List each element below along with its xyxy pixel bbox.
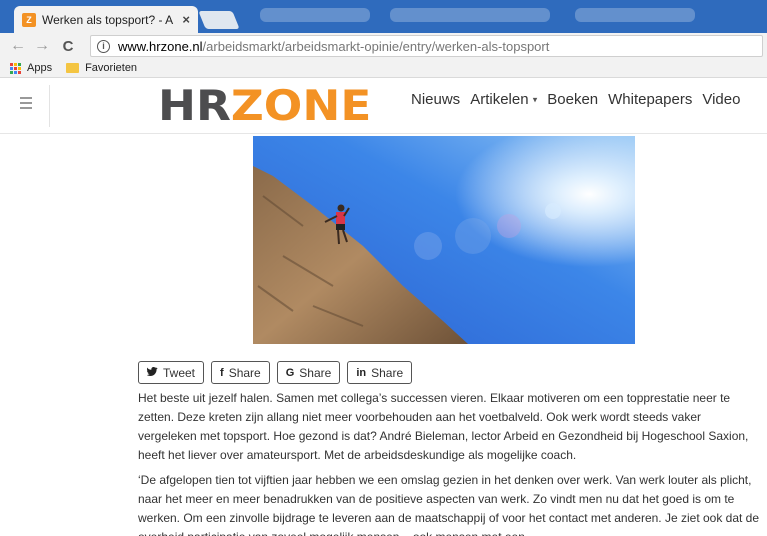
nav-item-boeken[interactable]: Boeken (547, 91, 598, 108)
nav-item-artikelen[interactable]: Artikelen ▾ (470, 91, 537, 108)
back-arrow-icon[interactable]: ← (8, 37, 28, 55)
nav-item-nieuws[interactable]: Nieuws (411, 91, 460, 108)
twitter-icon (146, 366, 158, 379)
browser-tab-strip: Z Werken als topsport? - A × (0, 0, 767, 33)
linkedin-share-button[interactable]: in Share (347, 361, 413, 384)
new-tab-button[interactable] (198, 11, 240, 29)
google-share-label: Share (299, 365, 332, 380)
nav-item-artikelen-label: Artikelen (470, 91, 529, 108)
article-paragraph: ‘De afgelopen tien tot vijftien jaar heb… (138, 473, 760, 536)
forward-arrow-icon[interactable]: → (32, 37, 52, 55)
url-path: /arbeidsmarkt/arbeidsmarkt-opinie/entry/… (202, 38, 550, 54)
climber-photo (253, 136, 635, 344)
site-header: HRZONE Nieuws Artikelen ▾ Boeken Whitepa… (0, 79, 767, 134)
google-share-button[interactable]: G Share (276, 361, 341, 384)
main-nav: Nieuws Artikelen ▾ Boeken Whitepapers Vi… (411, 91, 740, 108)
browser-toolbar: ← → C i www.hrzone.nl/arbeidsmarkt/arbei… (0, 33, 767, 59)
url-host: www.hrzone.nl (118, 38, 203, 54)
logo-zone: ZONE (230, 81, 372, 130)
linkedin-icon: in (356, 366, 367, 379)
facebook-icon: f (220, 366, 224, 379)
share-buttons: Tweet f Share G Share in Share (138, 361, 413, 384)
logo-hr: HR (158, 81, 231, 130)
google-icon: G (285, 366, 295, 379)
folder-icon (66, 63, 80, 73)
blurred-tab[interactable] (260, 8, 370, 22)
address-bar[interactable]: i www.hrzone.nl/arbeidsmarkt/arbeidsmark… (90, 35, 763, 57)
nav-item-video[interactable]: Video (702, 91, 740, 108)
blurred-tab[interactable] (390, 8, 550, 22)
linkedin-share-label: Share (371, 365, 404, 380)
tweet-label: Tweet (163, 365, 196, 380)
header-divider (49, 85, 50, 127)
facebook-share-button[interactable]: f Share (211, 361, 270, 384)
chevron-down-icon: ▾ (532, 94, 538, 105)
url-text: www.hrzone.nl/arbeidsmarkt/arbeidsmarkt-… (118, 39, 549, 54)
tweet-button[interactable]: Tweet (138, 361, 205, 384)
nav-item-whitepapers[interactable]: Whitepapers (608, 91, 692, 108)
active-tab[interactable]: Z Werken als topsport? - A × (14, 6, 198, 33)
facebook-share-label: Share (228, 365, 261, 380)
bookmark-apps[interactable]: Apps (27, 62, 52, 74)
tab-title: Werken als topsport? - A (42, 12, 174, 27)
hrzone-favicon-icon: Z (22, 12, 36, 27)
hrzone-logo[interactable]: HRZONE (158, 83, 371, 129)
site-info-icon[interactable]: i (97, 39, 110, 53)
article-body: Het beste uit jezelf halen. Samen met co… (138, 389, 760, 536)
tab-close-icon[interactable]: × (182, 12, 190, 27)
blurred-tab[interactable] (575, 8, 695, 22)
hamburger-menu-icon[interactable] (20, 97, 32, 112)
article-hero-image (253, 136, 635, 344)
apps-grid-icon[interactable] (10, 62, 21, 74)
bookmark-favorieten[interactable]: Favorieten (85, 62, 137, 74)
reload-icon[interactable]: C (58, 38, 78, 55)
bookmarks-bar: Apps Favorieten (0, 59, 767, 78)
article-paragraph: Het beste uit jezelf halen. Samen met co… (138, 391, 749, 462)
